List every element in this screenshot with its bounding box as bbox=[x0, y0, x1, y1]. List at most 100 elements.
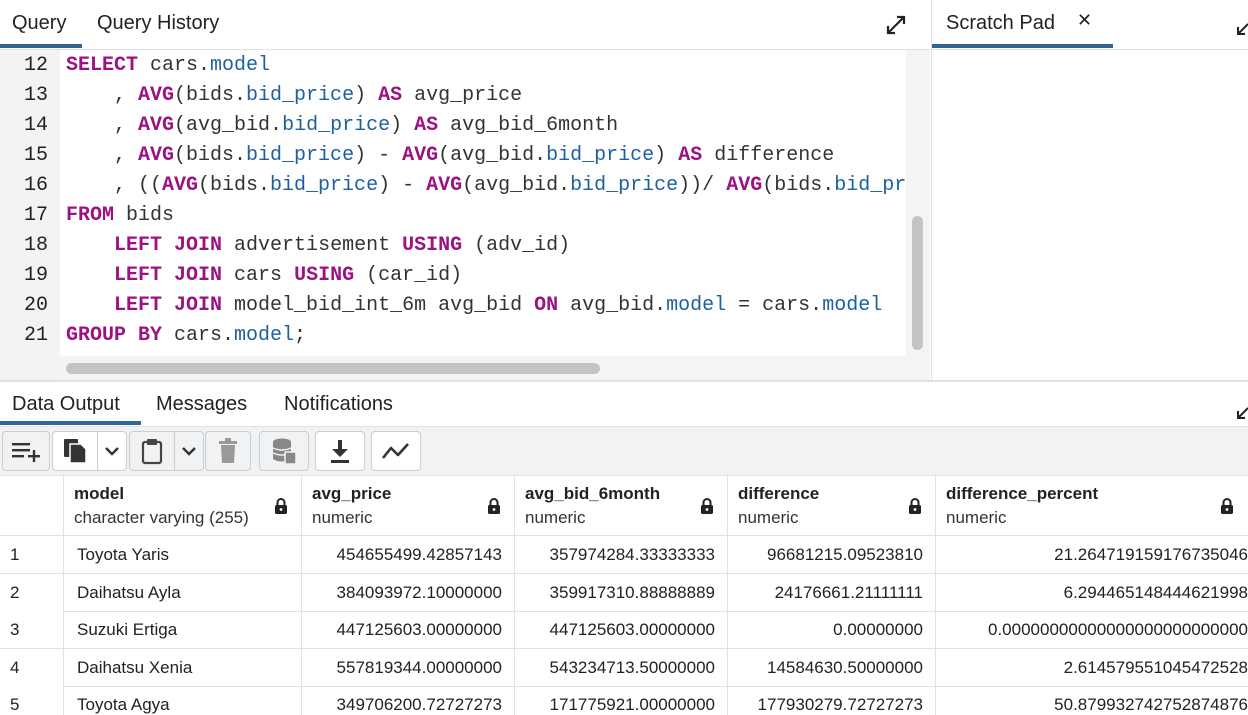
cell-avg-bid-6month[interactable]: 357974284.33333333 bbox=[515, 536, 728, 573]
download-button[interactable] bbox=[315, 431, 365, 471]
tab-query-history[interactable]: Query History bbox=[97, 12, 219, 42]
scratch-pad-textarea[interactable] bbox=[931, 50, 1248, 380]
sql-text: ) bbox=[390, 114, 415, 137]
code-line[interactable]: , ((AVG(bids.bid_price) - AVG(avg_bid.bi… bbox=[66, 174, 906, 197]
column-header-avg-bid-6month[interactable]: avg_bid_6month numeric bbox=[515, 476, 728, 536]
graph-visualiser-button[interactable] bbox=[371, 431, 421, 471]
code-area[interactable]: SELECT cars.model , AVG(bids.bid_price) … bbox=[66, 50, 906, 360]
cell-avg-price[interactable]: 447125603.00000000 bbox=[302, 611, 515, 649]
vertical-scroll-thumb[interactable] bbox=[912, 216, 923, 350]
table-row[interactable]: 2 Daihatsu Ayla 384093972.10000000 35991731… bbox=[0, 573, 1248, 612]
paste-icon bbox=[141, 439, 163, 465]
code-line[interactable]: LEFT JOIN model_bid_int_6m avg_bid ON av… bbox=[66, 294, 882, 317]
maximize-icon[interactable] bbox=[1236, 400, 1248, 420]
code-line[interactable]: SELECT cars.model bbox=[66, 54, 270, 77]
sql-field: bid_price bbox=[546, 144, 655, 167]
cell-difference[interactable]: 24176661.21111111 bbox=[728, 573, 936, 611]
column-header-model[interactable]: model character varying (255) bbox=[64, 476, 302, 536]
sql-text: , bbox=[66, 114, 139, 137]
row-number[interactable]: 5 bbox=[0, 686, 64, 715]
cell-difference-percent[interactable]: 0.00000000000000000000000000 bbox=[936, 611, 1248, 648]
row-number-header[interactable] bbox=[0, 476, 64, 536]
cell-model[interactable]: Toyota Agya bbox=[64, 686, 302, 715]
delete-icon bbox=[219, 438, 237, 463]
cell-difference-percent[interactable]: 2.614579551045472528 bbox=[936, 649, 1248, 686]
row-number[interactable]: 4 bbox=[0, 648, 64, 686]
table-row[interactable]: 5 Toyota Agya 349706200.72727273 171775921.… bbox=[0, 686, 1248, 715]
sql-text: (bids. bbox=[174, 84, 247, 107]
sql-text: ))/ bbox=[678, 174, 727, 197]
cell-avg-bid-6month[interactable]: 543234713.50000000 bbox=[515, 648, 728, 686]
cell-difference-percent[interactable]: 6.294465148444621998 bbox=[936, 574, 1248, 611]
row-number[interactable]: 2 bbox=[0, 573, 64, 611]
tab-data-output[interactable]: Data Output bbox=[12, 393, 120, 416]
row-number[interactable]: 1 bbox=[0, 536, 64, 573]
code-line[interactable]: GROUP BY cars.model; bbox=[66, 324, 306, 347]
line-number: 21 bbox=[23, 324, 48, 347]
tab-notifications[interactable]: Notifications bbox=[284, 393, 393, 416]
results-grid[interactable]: model character varying (255) avg_price num… bbox=[0, 476, 1248, 715]
horizontal-scroll-thumb[interactable] bbox=[66, 363, 600, 374]
code-line[interactable]: LEFT JOIN cars USING (car_id) bbox=[66, 264, 462, 287]
cell-difference-percent[interactable]: 21.264719159176735046 bbox=[936, 536, 1248, 573]
cell-model[interactable]: Suzuki Ertiga bbox=[64, 611, 302, 649]
tab-scratch-pad[interactable]: Scratch Pad bbox=[946, 12, 1055, 35]
sql-text: (adv_id) bbox=[462, 234, 571, 257]
column-header-avg-price[interactable]: avg_price numeric bbox=[302, 476, 515, 536]
code-line[interactable]: , AVG(bids.bid_price) AS avg_price bbox=[66, 84, 522, 107]
column-header-difference[interactable]: difference numeric bbox=[728, 476, 936, 536]
code-line[interactable]: LEFT JOIN advertisement USING (adv_id) bbox=[66, 234, 570, 257]
add-row-button[interactable] bbox=[2, 431, 50, 471]
cell-model[interactable]: Daihatsu Ayla bbox=[64, 573, 302, 611]
cell-avg-price[interactable]: 557819344.00000000 bbox=[302, 648, 515, 686]
paste-options-dropdown[interactable] bbox=[174, 431, 204, 471]
cell-avg-bid-6month[interactable]: 171775921.00000000 bbox=[515, 686, 728, 715]
sql-keyword: AS bbox=[378, 84, 403, 107]
close-icon[interactable]: ✕ bbox=[1077, 10, 1092, 31]
column-type: numeric bbox=[946, 508, 1007, 527]
sql-keyword: LEFT JOIN bbox=[114, 294, 223, 317]
sql-text: ) bbox=[654, 144, 679, 167]
code-line[interactable]: FROM bids bbox=[66, 204, 174, 227]
cell-avg-price[interactable]: 349706200.72727273 bbox=[302, 686, 515, 715]
sql-field: model bbox=[210, 54, 271, 77]
lock-icon bbox=[275, 498, 287, 514]
code-line[interactable]: , AVG(bids.bid_price) - AVG(avg_bid.bid_… bbox=[66, 144, 834, 167]
column-header-difference-percent[interactable]: difference_percent numeric bbox=[936, 476, 1248, 536]
tab-query[interactable]: Query bbox=[12, 12, 66, 42]
sql-keyword: AVG bbox=[726, 174, 763, 197]
table-row[interactable]: 1 Toyota Yaris 454655499.42857143 357974284… bbox=[0, 536, 1248, 574]
maximize-icon[interactable] bbox=[885, 14, 907, 36]
delete-row-button[interactable] bbox=[205, 431, 251, 471]
cell-difference[interactable]: 0.00000000 bbox=[728, 611, 936, 649]
tab-messages[interactable]: Messages bbox=[156, 393, 247, 416]
sql-text: ) - bbox=[354, 144, 403, 167]
table-row[interactable]: 4 Daihatsu Xenia 557819344.00000000 5432347… bbox=[0, 648, 1248, 687]
cell-difference-percent[interactable]: 50.879932742752874876 bbox=[936, 686, 1248, 715]
lock-icon bbox=[701, 498, 713, 514]
cell-difference[interactable]: 177930279.72727273 bbox=[728, 686, 936, 715]
sql-text: cars bbox=[222, 264, 295, 287]
cell-avg-price[interactable]: 454655499.42857143 bbox=[302, 536, 515, 573]
sql-editor[interactable]: 12 13 14 15 16 17 18 19 20 21 SELECT cars.model ,… bbox=[0, 50, 930, 380]
cell-model[interactable]: Toyota Yaris bbox=[64, 536, 302, 573]
table-row[interactable]: 3 Suzuki Ertiga 447125603.00000000 44712560… bbox=[0, 611, 1248, 650]
cell-model[interactable]: Daihatsu Xenia bbox=[64, 648, 302, 686]
cell-difference[interactable]: 96681215.09523810 bbox=[728, 536, 936, 573]
sql-keyword: AS bbox=[678, 144, 703, 167]
row-number[interactable]: 3 bbox=[0, 611, 64, 649]
maximize-icon[interactable] bbox=[1236, 16, 1248, 36]
save-data-button[interactable] bbox=[259, 431, 309, 471]
cell-avg-price[interactable]: 384093972.10000000 bbox=[302, 573, 515, 611]
sql-text: , bbox=[66, 144, 139, 167]
paste-button[interactable] bbox=[129, 431, 175, 471]
copy-options-dropdown[interactable] bbox=[97, 431, 127, 471]
cell-avg-bid-6month[interactable]: 447125603.00000000 bbox=[515, 611, 728, 649]
cell-difference[interactable]: 14584630.50000000 bbox=[728, 648, 936, 686]
sql-text: avg_bid. bbox=[558, 294, 667, 317]
column-type: numeric bbox=[525, 508, 586, 527]
cell-avg-bid-6month[interactable]: 359917310.88888889 bbox=[515, 573, 728, 611]
code-line[interactable]: , AVG(avg_bid.bid_price) AS avg_bid_6mon… bbox=[66, 114, 618, 137]
copy-button[interactable] bbox=[52, 431, 98, 471]
